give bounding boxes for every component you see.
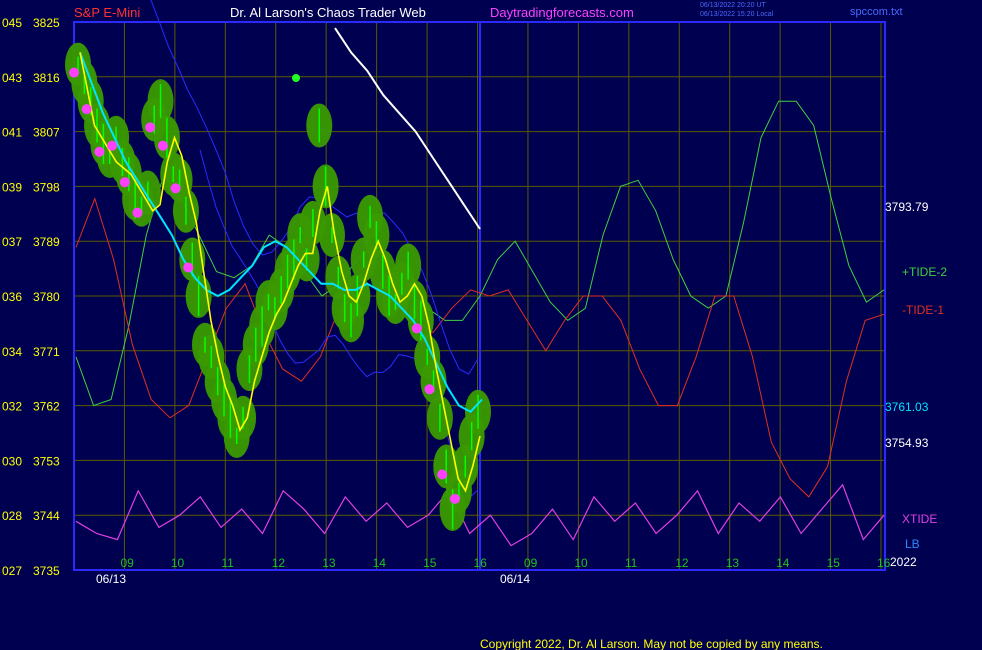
signal-dot (94, 146, 105, 157)
date-label-2: 06/14 (500, 572, 530, 586)
y-tick-left: 043 (2, 71, 22, 85)
y-tick-left: 027 (2, 564, 22, 578)
date-label-1: 06/13 (96, 572, 126, 586)
header-left-label: S&P E-Mini (74, 5, 140, 20)
y-tick-left: 028 (2, 509, 22, 523)
signal-dot (157, 140, 168, 151)
y-tick-left: 032 (2, 400, 22, 414)
x-tick-label: 15 (827, 556, 841, 570)
signal-dot (69, 67, 79, 78)
right-value-1: 3793.79 (885, 200, 929, 214)
signal-dot (449, 493, 460, 504)
right-value-3: 3754.93 (885, 436, 929, 450)
x-tick-label: 13 (322, 556, 336, 570)
peak-dot (292, 74, 300, 82)
x-tick-label: 12 (675, 556, 689, 570)
y-tick-price: 3798 (33, 180, 60, 194)
signal-dot (183, 262, 194, 273)
y-tick-left: 034 (2, 345, 22, 359)
signal-dot (81, 104, 92, 115)
header-site[interactable]: Daytradingforecasts.com (490, 5, 634, 20)
legend-xtide: XTIDE (902, 512, 937, 526)
copyright: Copyright 2022, Dr. Al Larson. May not b… (480, 637, 823, 650)
signal-dot (107, 140, 118, 151)
y-tick-left: 037 (2, 235, 22, 249)
x-tick-label: 12 (272, 556, 286, 570)
y-tick-price: 3762 (33, 400, 60, 414)
signal-dot (424, 384, 435, 395)
x-tick-label: 16 (877, 556, 891, 570)
x-tick-label: 09 (120, 556, 134, 570)
legend-tide-plus: +TIDE-2 (902, 265, 947, 279)
y-tick-left: 039 (2, 180, 22, 194)
signal-dot (411, 323, 422, 334)
signal-dot (119, 177, 130, 188)
x-tick-label: 10 (171, 556, 185, 570)
y-tick-price: 3771 (33, 345, 60, 359)
y-axis: 045 3825 043 3816 041 3807 039 3798 037 3789 036 37… (2, 16, 60, 578)
white-trend-line (334, 27, 481, 230)
x-tick-label: 15 (423, 556, 437, 570)
signal-dot (145, 122, 156, 133)
y-tick-left: 041 (2, 126, 22, 140)
x-tick-label: 16 (474, 556, 488, 570)
y-tick-price: 3825 (33, 16, 60, 30)
x-tick-label: 14 (373, 556, 387, 570)
legend-tide-minus: -TIDE-1 (902, 303, 944, 317)
legend-lb: LB (905, 537, 920, 551)
y-tick-price: 3744 (33, 509, 60, 523)
y-tick-price: 3780 (33, 290, 60, 304)
y-tick-price: 3816 (33, 71, 60, 85)
header-timestamp-ut: 06/13/2022 20:20 UT (700, 2, 766, 9)
y-tick-price: 3753 (33, 454, 60, 468)
header-timestamp-local: 06/13/2022 15:20 Local (700, 11, 774, 18)
x-tick-label: 09 (524, 556, 538, 570)
header-title: Dr. Al Larson's Chaos Trader Web (230, 5, 426, 20)
header-file-label: spccom.txt (850, 6, 903, 18)
y-tick-price: 3735 (33, 564, 60, 578)
x-tick-label: 11 (625, 556, 638, 570)
y-tick-price: 3807 (33, 126, 60, 140)
chart: 045 3825 043 3816 041 3807 039 3798 037 3789 036 37… (2, 0, 947, 650)
right-value-2: 3761.03 (885, 400, 929, 414)
x-tick-label: 13 (726, 556, 740, 570)
x-tick-label: 10 (574, 556, 588, 570)
signal-dot (437, 469, 448, 480)
signal-dot (132, 207, 143, 218)
signal-dot (170, 183, 181, 194)
year-label: 2022 (890, 555, 917, 569)
y-tick-left: 036 (2, 290, 22, 304)
x-tick-label: 11 (221, 556, 234, 570)
x-tick-label: 14 (776, 556, 790, 570)
y-tick-price: 3789 (33, 235, 60, 249)
y-tick-left: 030 (2, 454, 22, 468)
series-layer (65, 0, 885, 547)
y-tick-left: 045 (2, 16, 22, 30)
x-axis: 09 10 11 12 13 14 15 16 09 10 11 12 13 14 15 16 (120, 556, 890, 570)
